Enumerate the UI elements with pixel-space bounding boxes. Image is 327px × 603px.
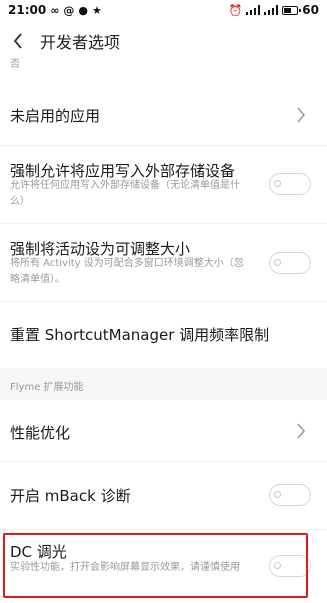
row-inactive-apps[interactable]: 未启用的应用 [0,84,327,146]
row-force-external-storage[interactable]: 强制允许将应用写入外部存储设备 允许将任何应用写入外部存储设备（无论清单值是什么… [0,146,327,224]
row-performance-optimization[interactable]: 性能优化 [0,400,327,462]
row-reset-shortcutmanager[interactable]: 重置 ShortcutManager 调用频率限制 [0,302,327,368]
status-bar: 21:00 ∞ @ ● ★ ⏰ 60 [0,0,327,20]
section-header: Flyme 扩展功能 [0,368,327,400]
section-title: Flyme 扩展功能 [10,382,84,393]
row-subtitle: 将所有 Activity 设为可配合多窗口环境调整大小（忽略清单值）。 [10,258,244,285]
force-external-storage-toggle[interactable] [269,173,311,195]
status-time: 21:00 [8,3,47,17]
infinity-icon: ∞ [50,3,60,17]
row-title: 开启 mBack 诊断 [10,487,131,505]
chevron-right-icon [297,423,305,439]
chevron-right-icon [297,107,305,123]
mback-diagnosis-toggle[interactable] [269,484,311,506]
partially-visible-text: 否 [10,59,20,70]
row-mback-diagnosis[interactable]: 开启 mBack 诊断 [0,462,327,530]
row-title: 重置 ShortcutManager 调用频率限制 [10,326,270,344]
status-bar-left: 21:00 ∞ @ ● ★ [8,3,102,17]
toggle-knob [274,491,281,498]
battery-level-text: 60 [302,3,319,17]
signal-icon [264,5,279,15]
toggle-knob [274,180,281,187]
title-bar: 开发者选项 [0,22,327,60]
page-title: 开发者选项 [40,33,121,52]
row-force-resizable[interactable]: 强制将活动设为可调整大小 将所有 Activity 设为可配合多窗口环境调整大小… [0,224,327,302]
row-title: 未启用的应用 [10,107,101,125]
person-icon: ★ [91,3,102,17]
force-resizable-toggle[interactable] [269,252,311,274]
battery-icon [282,5,302,15]
signal-icon [246,5,261,15]
row-title: 性能优化 [10,424,71,442]
back-arrow-icon[interactable] [8,29,28,53]
toggle-knob [274,259,281,266]
status-bar-right: ⏰ 60 [229,3,319,17]
row-subtitle: 允许将任何应用写入外部存储设备（无论清单值是什么） [10,180,240,207]
at-icon: @ [63,3,75,17]
alarm-icon: ⏰ [228,3,243,17]
chat-icon: ● [78,3,88,17]
highlight-box [3,533,308,598]
